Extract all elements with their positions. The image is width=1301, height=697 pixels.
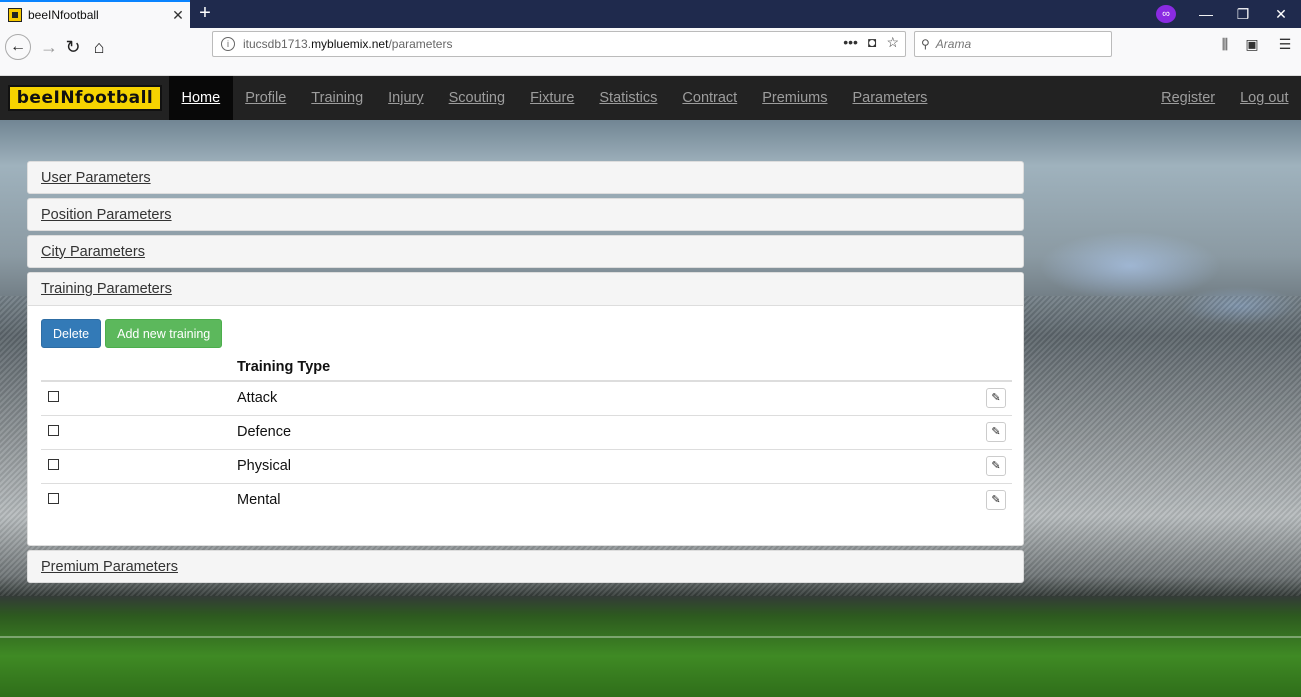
browser-toolbar: ← → ↻ ⌂ i itucsdb1713. mybluemix.net/para… <box>0 28 1301 76</box>
training-type-cell: Physical <box>237 448 962 483</box>
edit-icon[interactable]: ✎ <box>986 388 1006 409</box>
delete-button[interactable]: Delete <box>41 319 102 348</box>
nav-scouting[interactable]: Scouting <box>436 76 517 120</box>
browser-tab[interactable]: beeINfootball ✕ <box>0 0 190 28</box>
site-info-icon[interactable]: i <box>221 37 235 51</box>
row-checkbox[interactable] <box>48 459 59 470</box>
menu-icon[interactable]: ☰ <box>1275 34 1295 54</box>
nav-links: Home Profile Training Injury Scouting Fi… <box>169 76 940 120</box>
forward-arrow-icon[interactable]: → <box>36 34 62 60</box>
site-navbar: beeINfootball Home Profile Training Inju… <box>0 76 1301 120</box>
url-bar[interactable]: i itucsdb1713. mybluemix.net/parameters •… <box>212 31 906 57</box>
page-background: beeINfootball Home Profile Training Inju… <box>0 76 1301 697</box>
training-type-cell: Defence <box>237 414 962 449</box>
restore-button[interactable]: ❐ <box>1233 4 1253 24</box>
nav-contract[interactable]: Contract <box>670 76 750 120</box>
table-header-row: Training Type <box>41 354 1012 382</box>
training-type-cell: Attack <box>237 390 278 407</box>
brand-logo[interactable]: beeINfootball <box>8 85 162 111</box>
nav-logout[interactable]: Log out <box>1228 76 1301 120</box>
brand-text: beeINfootball <box>16 88 154 108</box>
library-icon[interactable]: ⫼ <box>1215 34 1235 54</box>
edit-icon[interactable]: ✎ <box>986 456 1006 476</box>
private-browsing-icon: ∞ <box>1156 5 1176 23</box>
add-new-training-button[interactable]: Add new training <box>105 319 223 348</box>
nav-injury[interactable]: Injury <box>376 76 436 120</box>
table-row: Mental ✎ <box>41 482 1012 517</box>
url-prefix: itucsdb1713. <box>243 37 312 51</box>
training-type-header: Training Type <box>237 354 962 382</box>
row-checkbox[interactable] <box>48 493 59 505</box>
reload-icon[interactable]: ↻ <box>60 34 86 60</box>
url-host: mybluemix.net <box>311 37 389 51</box>
panel-user-parameters[interactable]: User Parameters <box>27 161 1024 194</box>
nav-home[interactable]: Home <box>169 76 233 120</box>
table-row: Attack ✎ <box>41 381 1012 415</box>
nav-profile[interactable]: Profile <box>233 76 299 120</box>
row-checkbox[interactable] <box>48 391 59 403</box>
training-actions: Delete Add new training <box>41 319 1010 348</box>
browser-tab-bar: beeINfootball ✕ + ∞ — ❐ ✕ <box>0 0 1301 28</box>
table-row: Defence ✎ <box>41 414 1012 449</box>
new-tab-button[interactable]: + <box>194 2 216 26</box>
sidebar-icon[interactable]: ▣ <box>1242 34 1262 54</box>
pitch-line <box>0 636 1301 638</box>
panel-position-parameters[interactable]: Position Parameters <box>27 198 1024 231</box>
minimize-button[interactable]: — <box>1196 4 1216 24</box>
search-icon: ⚲ <box>921 37 930 51</box>
panel-city-parameters[interactable]: City Parameters <box>27 235 1024 268</box>
back-arrow-icon[interactable]: ← <box>5 34 31 60</box>
edit-icon[interactable]: ✎ <box>986 422 1006 442</box>
training-type-cell: Mental <box>237 482 962 517</box>
row-checkbox[interactable] <box>48 425 59 436</box>
nav-register[interactable]: Register <box>1149 76 1228 120</box>
url-path: /parameters <box>388 37 453 51</box>
training-table: Training Type Attack ✎ Defence ✎ Physica… <box>41 354 1012 517</box>
tab-close-icon[interactable]: ✕ <box>166 7 190 24</box>
search-input[interactable]: ⚲ Arama <box>914 31 1112 57</box>
pocket-icon[interactable]: ◘ <box>868 34 876 51</box>
select-column-header <box>41 354 237 382</box>
search-placeholder: Arama <box>935 37 972 51</box>
edit-icon[interactable]: ✎ <box>986 490 1006 511</box>
training-panel-body: Delete Add new training Training Type At… <box>28 306 1023 545</box>
edit-column-header <box>962 354 1012 382</box>
parameters-accordion: User Parameters Position Parameters City… <box>27 161 1024 587</box>
close-window-button[interactable]: ✕ <box>1271 4 1291 24</box>
home-icon[interactable]: ⌂ <box>86 34 112 60</box>
table-row: Physical ✎ <box>41 448 1012 483</box>
nav-premiums[interactable]: Premiums <box>750 76 840 120</box>
panel-premium-parameters[interactable]: Premium Parameters <box>27 550 1024 583</box>
nav-parameters[interactable]: Parameters <box>840 76 940 120</box>
bookmark-star-icon[interactable]: ☆ <box>886 34 899 51</box>
panel-training-parameters-header[interactable]: Training Parameters <box>28 273 1023 306</box>
tab-title: beeINfootball <box>28 8 99 22</box>
nav-fixture[interactable]: Fixture <box>518 76 587 120</box>
page-actions-icon[interactable]: ••• <box>843 34 858 51</box>
nav-right: Register Log out <box>1149 76 1301 120</box>
site-favicon-icon <box>8 8 22 22</box>
panel-training-parameters: Training Parameters Delete Add new train… <box>27 272 1024 546</box>
nav-statistics[interactable]: Statistics <box>587 76 670 120</box>
nav-training[interactable]: Training <box>299 76 376 120</box>
